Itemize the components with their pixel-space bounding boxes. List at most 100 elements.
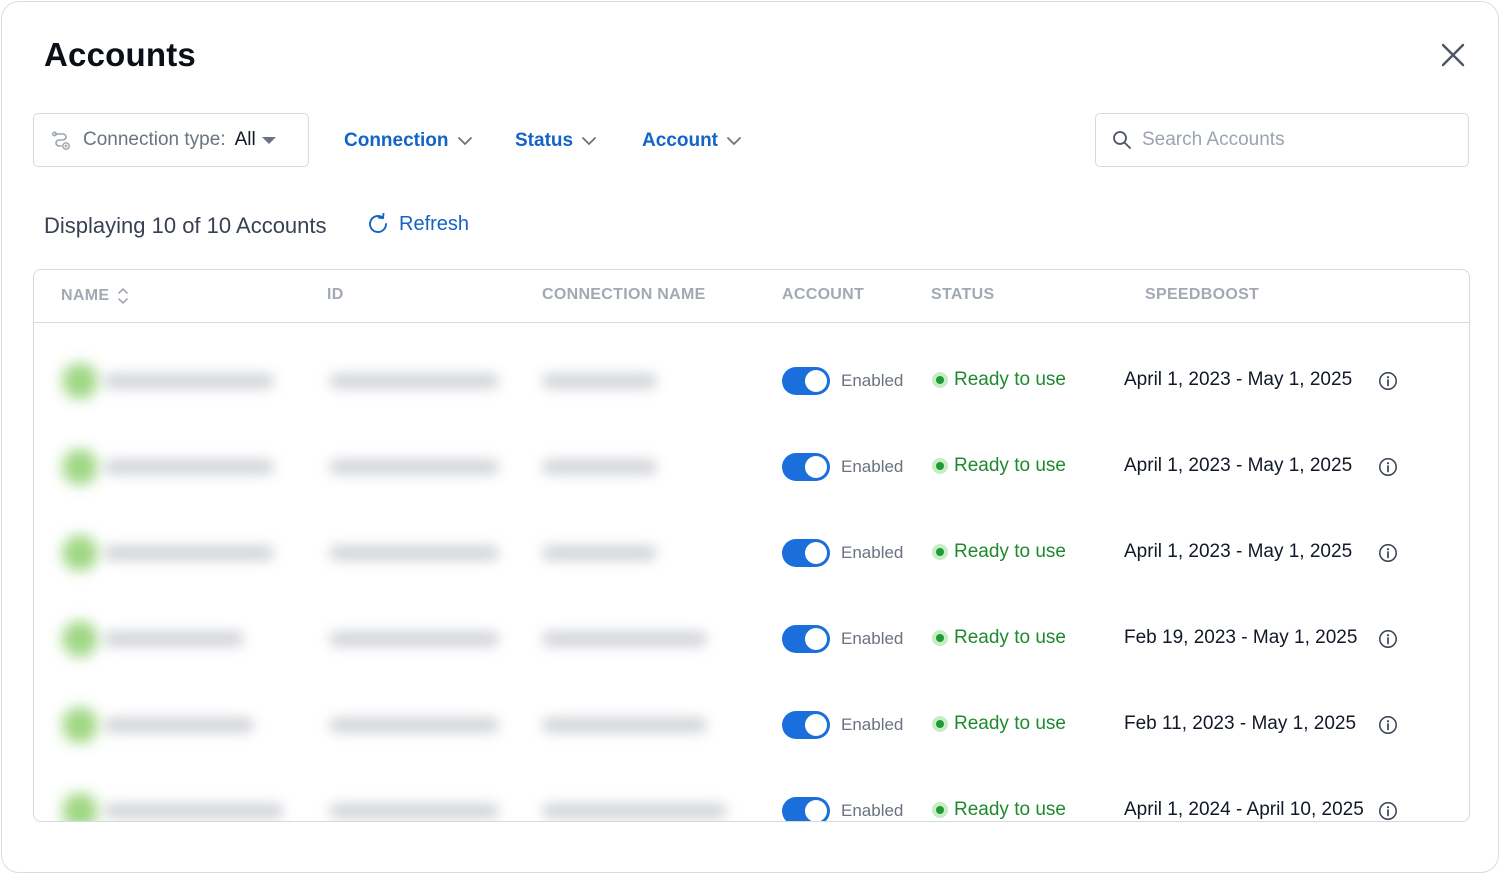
column-header-connection-name: CONNECTION NAME bbox=[542, 286, 706, 303]
info-icon[interactable] bbox=[1378, 715, 1398, 735]
info-icon[interactable] bbox=[1378, 629, 1398, 649]
account-toggle[interactable] bbox=[782, 797, 830, 821]
table-header: NAME ID CONNECTION NAME ACCOUNT STATUS S… bbox=[34, 270, 1469, 323]
status-dot-icon bbox=[932, 630, 948, 646]
status-badge: Ready to use bbox=[932, 369, 1066, 391]
redacted-id bbox=[329, 803, 499, 819]
chevron-down-icon bbox=[457, 137, 472, 146]
status-badge: Ready to use bbox=[932, 541, 1066, 563]
speedboost-range: April 1, 2023 - May 1, 2025 bbox=[1124, 455, 1353, 476]
page-title: Accounts bbox=[44, 36, 196, 73]
connection-type-dropdown[interactable]: Connection type: All bbox=[33, 113, 309, 167]
account-toggle[interactable] bbox=[782, 711, 830, 739]
table-row[interactable]: Enabled Ready to use Feb 19, 2023 - May 1,… bbox=[34, 596, 1469, 682]
status-filter[interactable]: Status bbox=[515, 126, 597, 156]
connection-filter-label: Connection bbox=[344, 130, 449, 151]
status-dot-icon bbox=[932, 458, 948, 474]
speedboost-range: April 1, 2023 - May 1, 2025 bbox=[1124, 541, 1353, 562]
status-badge: Ready to use bbox=[932, 627, 1066, 649]
accounts-modal: Accounts Connection type: All Connection… bbox=[1, 1, 1499, 873]
avatar bbox=[62, 621, 98, 657]
redacted-connection-name bbox=[542, 373, 657, 389]
status-dot-icon bbox=[932, 372, 948, 388]
column-header-status: STATUS bbox=[931, 286, 995, 303]
table-row[interactable]: Enabled Ready to use April 1, 2024 - April… bbox=[34, 768, 1469, 821]
chevron-down-icon bbox=[582, 137, 596, 146]
table-row[interactable]: Enabled Ready to use April 1, 2023 - May 1… bbox=[34, 338, 1469, 424]
search-box[interactable] bbox=[1095, 113, 1469, 167]
redacted-name bbox=[104, 803, 284, 819]
account-state-label: Enabled bbox=[841, 457, 904, 476]
info-icon[interactable] bbox=[1378, 457, 1398, 477]
info-icon[interactable] bbox=[1378, 543, 1398, 563]
redacted-connection-name bbox=[542, 803, 727, 819]
account-state-label: Enabled bbox=[841, 715, 904, 734]
table-row[interactable]: Enabled Ready to use Feb 11, 2023 - May 1,… bbox=[34, 682, 1469, 768]
toggle-knob bbox=[805, 456, 827, 478]
redacted-id bbox=[329, 545, 499, 561]
refresh-button[interactable]: Refresh bbox=[366, 212, 469, 236]
column-header-name[interactable]: NAME bbox=[61, 286, 129, 306]
account-toggle[interactable] bbox=[782, 625, 830, 653]
connection-type-icon bbox=[52, 131, 70, 150]
accounts-table: NAME ID CONNECTION NAME ACCOUNT STATUS S… bbox=[33, 269, 1470, 822]
redacted-id bbox=[329, 631, 499, 647]
account-state-label: Enabled bbox=[841, 371, 904, 390]
status-dot-icon bbox=[932, 802, 948, 818]
account-state-label: Enabled bbox=[841, 801, 904, 820]
column-header-speedboost: SPEEDBOOST bbox=[1145, 286, 1260, 303]
toggle-knob bbox=[805, 800, 827, 821]
info-icon[interactable] bbox=[1378, 801, 1398, 821]
status-dot-icon bbox=[932, 716, 948, 732]
redacted-connection-name bbox=[542, 459, 657, 475]
sort-icon bbox=[118, 288, 129, 304]
info-icon[interactable] bbox=[1378, 371, 1398, 391]
chevron-down-icon bbox=[727, 137, 741, 146]
connection-filter[interactable]: Connection bbox=[344, 126, 473, 156]
speedboost-range: April 1, 2024 - April 10, 2025 bbox=[1124, 799, 1364, 820]
redacted-name bbox=[104, 459, 274, 475]
account-filter[interactable]: Account bbox=[642, 126, 742, 156]
speedboost-range: Feb 19, 2023 - May 1, 2025 bbox=[1124, 627, 1358, 648]
column-header-name-label: NAME bbox=[61, 287, 110, 304]
connection-type-label: Connection type: bbox=[83, 129, 226, 150]
column-header-id: ID bbox=[327, 286, 344, 303]
account-toggle[interactable] bbox=[782, 367, 830, 395]
display-count: Displaying 10 of 10 Accounts bbox=[44, 213, 327, 238]
avatar bbox=[62, 707, 98, 743]
redacted-id bbox=[329, 459, 499, 475]
account-toggle[interactable] bbox=[782, 539, 830, 567]
status-label: Ready to use bbox=[954, 713, 1066, 734]
refresh-icon bbox=[369, 212, 387, 233]
toggle-knob bbox=[805, 628, 827, 650]
redacted-name bbox=[104, 717, 254, 733]
close-icon bbox=[1441, 43, 1465, 67]
caret-down-icon bbox=[261, 136, 276, 144]
redacted-name bbox=[104, 631, 244, 647]
account-filter-label: Account bbox=[642, 130, 718, 151]
close-button[interactable] bbox=[1438, 40, 1468, 70]
toggle-knob bbox=[805, 542, 827, 564]
column-header-account: ACCOUNT bbox=[782, 286, 865, 303]
status-label: Ready to use bbox=[954, 455, 1066, 476]
avatar bbox=[62, 535, 98, 571]
refresh-label: Refresh bbox=[399, 212, 470, 235]
table-row[interactable]: Enabled Ready to use April 1, 2023 - May 1… bbox=[34, 424, 1469, 510]
status-filter-label: Status bbox=[515, 130, 574, 151]
account-state-label: Enabled bbox=[841, 629, 904, 648]
redacted-connection-name bbox=[542, 545, 657, 561]
search-input[interactable] bbox=[1142, 129, 1452, 151]
connection-type-value: All bbox=[234, 129, 256, 150]
account-toggle[interactable] bbox=[782, 453, 830, 481]
status-badge: Ready to use bbox=[932, 799, 1066, 821]
toggle-knob bbox=[805, 714, 827, 736]
redacted-connection-name bbox=[542, 717, 707, 733]
status-label: Ready to use bbox=[954, 541, 1066, 562]
status-badge: Ready to use bbox=[932, 713, 1066, 735]
speedboost-range: Feb 11, 2023 - May 1, 2025 bbox=[1124, 713, 1357, 734]
status-label: Ready to use bbox=[954, 799, 1066, 820]
avatar bbox=[62, 449, 98, 485]
status-label: Ready to use bbox=[954, 627, 1066, 648]
redacted-id bbox=[329, 373, 499, 389]
table-row[interactable]: Enabled Ready to use April 1, 2023 - May 1… bbox=[34, 510, 1469, 596]
